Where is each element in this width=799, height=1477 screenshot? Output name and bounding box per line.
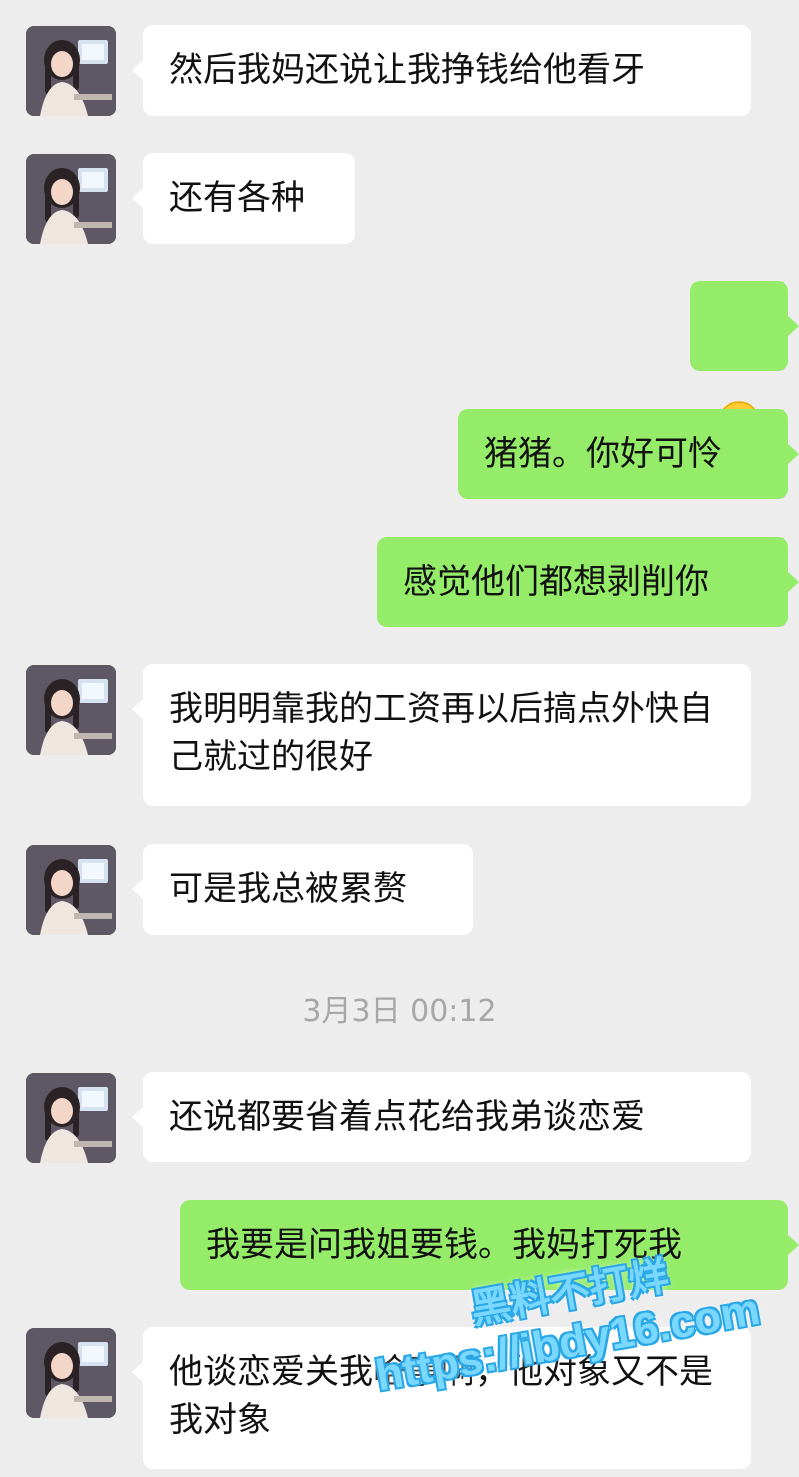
avatar-image xyxy=(26,1073,116,1163)
message-bubble-incoming[interactable]: 还有各种 xyxy=(132,153,355,244)
message-bubble-incoming[interactable]: 可是我总被累赘 xyxy=(132,844,473,935)
avatar[interactable] xyxy=(26,154,116,244)
message-timestamp: 3月3日 00:12 xyxy=(302,994,497,1029)
avatar[interactable] xyxy=(26,845,116,935)
avatar[interactable] xyxy=(26,665,116,755)
chat-window: 然后我妈还说让我挣钱给他看牙 还有各种 猪猪。你好可怜 感觉他们都想剥削你 我明… xyxy=(0,0,799,1477)
avatar-image xyxy=(26,845,116,935)
avatar[interactable] xyxy=(26,1073,116,1163)
avatar-image xyxy=(26,26,116,116)
message-bubble-outgoing[interactable]: 我要是问我姐要钱。我妈打死我 xyxy=(180,1200,799,1290)
message-bubble-incoming[interactable]: 还说都要省着点花给我弟谈恋爱 xyxy=(132,1072,751,1162)
message-bubble-outgoing[interactable]: 感觉他们都想剥削你 xyxy=(377,537,799,627)
message-bubble-outgoing[interactable] xyxy=(690,281,799,443)
message-bubble-incoming[interactable]: 他谈恋爱关我啥事啊，他对象又不是我对象 xyxy=(132,1327,751,1469)
avatar[interactable] xyxy=(26,26,116,116)
avatar-image xyxy=(26,665,116,755)
avatar-image xyxy=(26,1328,116,1418)
avatar-image xyxy=(26,154,116,244)
message-bubble-incoming[interactable]: 然后我妈还说让我挣钱给他看牙 xyxy=(132,25,751,116)
message-bubble-incoming[interactable]: 我明明靠我的工资再以后搞点外快自己就过的很好 xyxy=(132,664,751,806)
avatar[interactable] xyxy=(26,1328,116,1418)
message-bubble-outgoing[interactable]: 猪猪。你好可怜 xyxy=(458,409,799,499)
